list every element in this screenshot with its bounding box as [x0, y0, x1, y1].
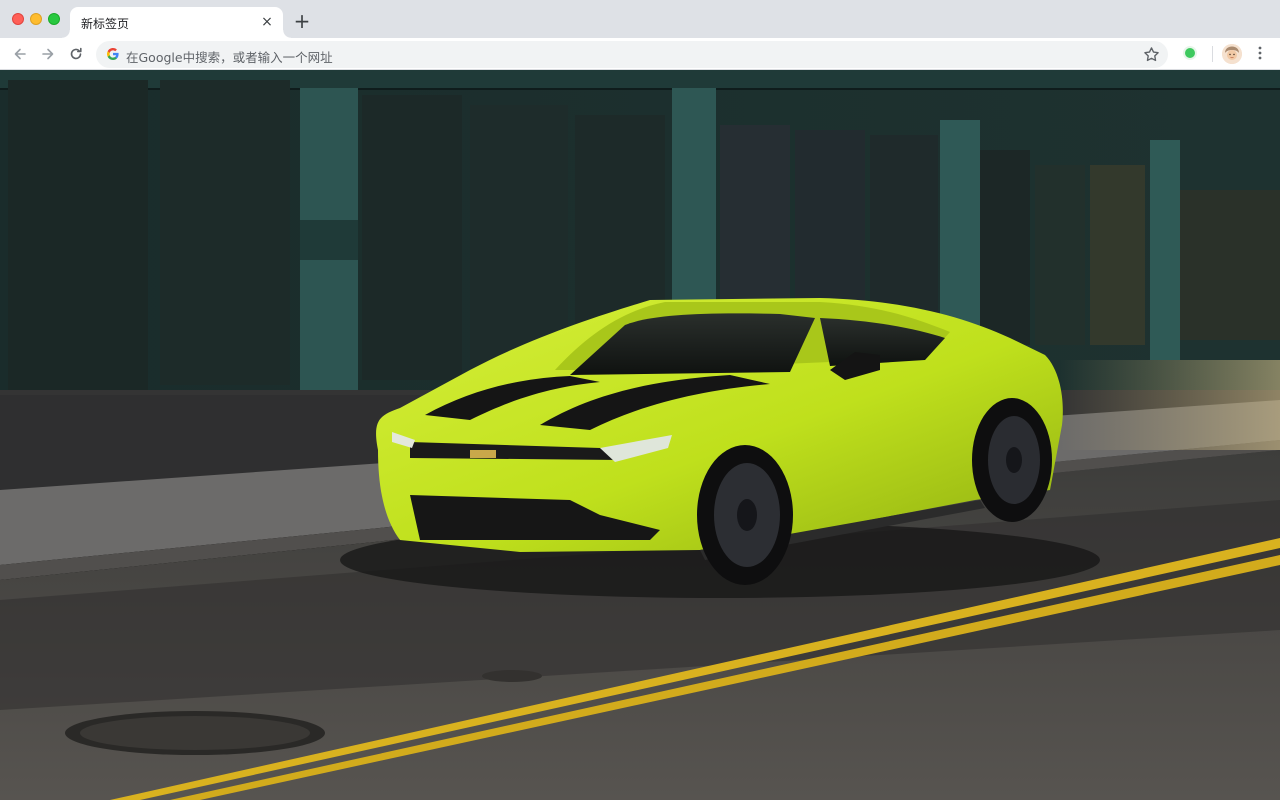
- toolbar-divider: [1212, 46, 1213, 62]
- new-tab-button[interactable]: +: [292, 11, 312, 31]
- avatar-face-icon: [1222, 44, 1242, 64]
- vertical-dots-icon[interactable]: [1252, 45, 1268, 61]
- browser-toolbar: 在Google中搜索，或者输入一个网址: [0, 38, 1280, 70]
- browser-titlebar: 新标签页 × +: [0, 0, 1280, 38]
- back-button[interactable]: [9, 43, 31, 65]
- avatar[interactable]: [1222, 44, 1242, 64]
- close-window-button[interactable]: [12, 13, 24, 25]
- wallpaper-image: [0, 70, 1280, 800]
- tab-new-tab[interactable]: 新标签页 ×: [62, 7, 291, 38]
- forward-button[interactable]: [37, 43, 59, 65]
- tab-close-icon[interactable]: ×: [259, 14, 275, 30]
- google-g-icon: [107, 48, 119, 60]
- reload-button[interactable]: [65, 43, 87, 65]
- omnibox[interactable]: 在Google中搜索，或者输入一个网址: [96, 41, 1168, 68]
- green-circle-extension-icon[interactable]: [1183, 46, 1197, 60]
- minimize-window-button[interactable]: [30, 13, 42, 25]
- reload-icon: [70, 47, 82, 60]
- star-icon[interactable]: [1143, 46, 1160, 63]
- wallpaper-background: [0, 70, 1280, 800]
- arrow-right-icon: [42, 48, 54, 60]
- omnibox-placeholder: 在Google中搜索，或者输入一个网址: [126, 50, 333, 65]
- tab-title: 新标签页: [81, 17, 130, 31]
- zoom-window-button[interactable]: [48, 13, 60, 25]
- arrow-left-icon: [14, 48, 26, 60]
